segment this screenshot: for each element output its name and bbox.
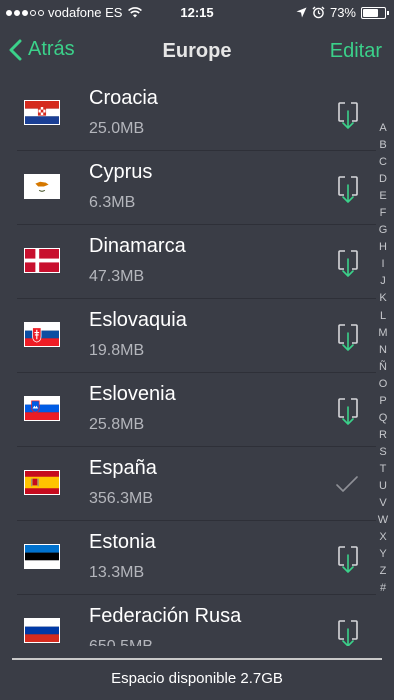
index-letter[interactable]: Q: [379, 410, 388, 427]
download-icon[interactable]: [338, 546, 358, 574]
index-letter[interactable]: #: [380, 580, 386, 597]
country-row[interactable]: Cyprus 6.3MB: [0, 150, 376, 224]
country-size: 19.8MB: [89, 342, 145, 359]
index-letter[interactable]: M: [378, 325, 387, 342]
country-name: Cyprus: [89, 161, 153, 183]
row-divider: [17, 224, 376, 225]
slovenia-flag-icon: [24, 396, 60, 421]
row-divider: [17, 520, 376, 521]
index-letter[interactable]: R: [379, 427, 387, 444]
country-row[interactable]: Croacia 25.0MB: [0, 76, 376, 150]
index-letter[interactable]: U: [379, 478, 387, 495]
available-space-label: Espacio disponible 2.7GB: [111, 670, 283, 687]
footer-divider: [12, 658, 382, 660]
index-letter[interactable]: J: [380, 273, 386, 290]
russia-flag-icon: [24, 618, 60, 643]
index-letter[interactable]: S: [379, 444, 386, 461]
row-divider: [17, 298, 376, 299]
index-letter[interactable]: P: [379, 393, 386, 410]
country-row[interactable]: Federación Rusa 650.5MB: [0, 594, 376, 646]
denmark-flag-icon: [24, 248, 60, 273]
alphabet-index[interactable]: A B C D E F G H I J K L M N Ñ O P Q R S T U V W X Y Z #: [376, 120, 390, 597]
index-letter[interactable]: I: [381, 256, 384, 273]
index-letter[interactable]: Y: [379, 546, 386, 563]
country-name: Dinamarca: [89, 235, 186, 257]
country-row[interactable]: España 356.3MB: [0, 446, 376, 520]
country-name: España: [89, 457, 157, 479]
index-letter[interactable]: Z: [380, 563, 387, 580]
index-letter[interactable]: E: [379, 188, 386, 205]
download-icon[interactable]: [338, 324, 358, 352]
country-size: 650.5MB: [89, 638, 153, 646]
index-letter[interactable]: L: [380, 308, 386, 325]
battery-fill: [363, 8, 379, 17]
checkmark-icon: [336, 476, 358, 494]
navigation-bar: Atrás Europe Editar: [0, 26, 394, 78]
battery-percent: 73%: [329, 5, 356, 20]
country-size: 25.0MB: [89, 120, 145, 137]
country-size: 356.3MB: [89, 490, 154, 507]
status-bar: vodafone ES 12:15 73%: [0, 0, 394, 26]
index-letter[interactable]: N: [379, 342, 387, 359]
status-right: 73%: [296, 5, 389, 20]
download-icon[interactable]: [338, 620, 358, 646]
country-row[interactable]: Estonia 13.3MB: [0, 520, 376, 594]
row-divider: [17, 372, 376, 373]
index-letter[interactable]: A: [379, 120, 386, 137]
country-name: Eslovenia: [89, 383, 176, 405]
row-divider: [17, 594, 376, 595]
index-letter[interactable]: B: [379, 137, 386, 154]
country-size: 13.3MB: [89, 564, 145, 581]
alarm-clock-icon: [312, 6, 325, 19]
country-size: 25.8MB: [89, 416, 145, 433]
country-list: Croacia 25.0MB Cyprus 6.3MB Dinamarca 47.3MB E…: [0, 76, 376, 646]
index-letter[interactable]: H: [379, 239, 387, 256]
country-name: Estonia: [89, 531, 156, 553]
location-arrow-icon: [296, 7, 307, 18]
index-letter[interactable]: Ñ: [379, 359, 387, 376]
slovakia-flag-icon: [24, 322, 60, 347]
row-divider: [17, 446, 376, 447]
index-letter[interactable]: O: [379, 376, 388, 393]
edit-button[interactable]: Editar: [330, 40, 382, 63]
croatia-flag-icon: [24, 100, 60, 125]
index-letter[interactable]: F: [380, 205, 387, 222]
cyprus-flag-icon: [24, 174, 60, 199]
download-icon[interactable]: [338, 398, 358, 426]
country-name: Croacia: [89, 87, 158, 109]
country-size: 6.3MB: [89, 194, 136, 211]
country-size: 47.3MB: [89, 268, 145, 285]
index-letter[interactable]: D: [379, 171, 387, 188]
download-icon[interactable]: [338, 176, 358, 204]
country-row[interactable]: Eslovaquia 19.8MB: [0, 298, 376, 372]
index-letter[interactable]: T: [380, 461, 387, 478]
country-name: Federación Rusa: [89, 605, 242, 627]
estonia-flag-icon: [24, 544, 60, 569]
index-letter[interactable]: W: [378, 512, 388, 529]
spain-flag-icon: [24, 470, 60, 495]
index-letter[interactable]: V: [379, 495, 386, 512]
country-row[interactable]: Dinamarca 47.3MB: [0, 224, 376, 298]
row-divider: [17, 150, 376, 151]
country-name: Eslovaquia: [89, 309, 187, 331]
battery-icon: [361, 6, 389, 19]
country-row[interactable]: Eslovenia 25.8MB: [0, 372, 376, 446]
index-letter[interactable]: C: [379, 154, 387, 171]
index-letter[interactable]: X: [379, 529, 386, 546]
download-icon[interactable]: [338, 102, 358, 130]
index-letter[interactable]: G: [379, 222, 388, 239]
download-icon[interactable]: [338, 250, 358, 278]
index-letter[interactable]: K: [379, 290, 386, 307]
